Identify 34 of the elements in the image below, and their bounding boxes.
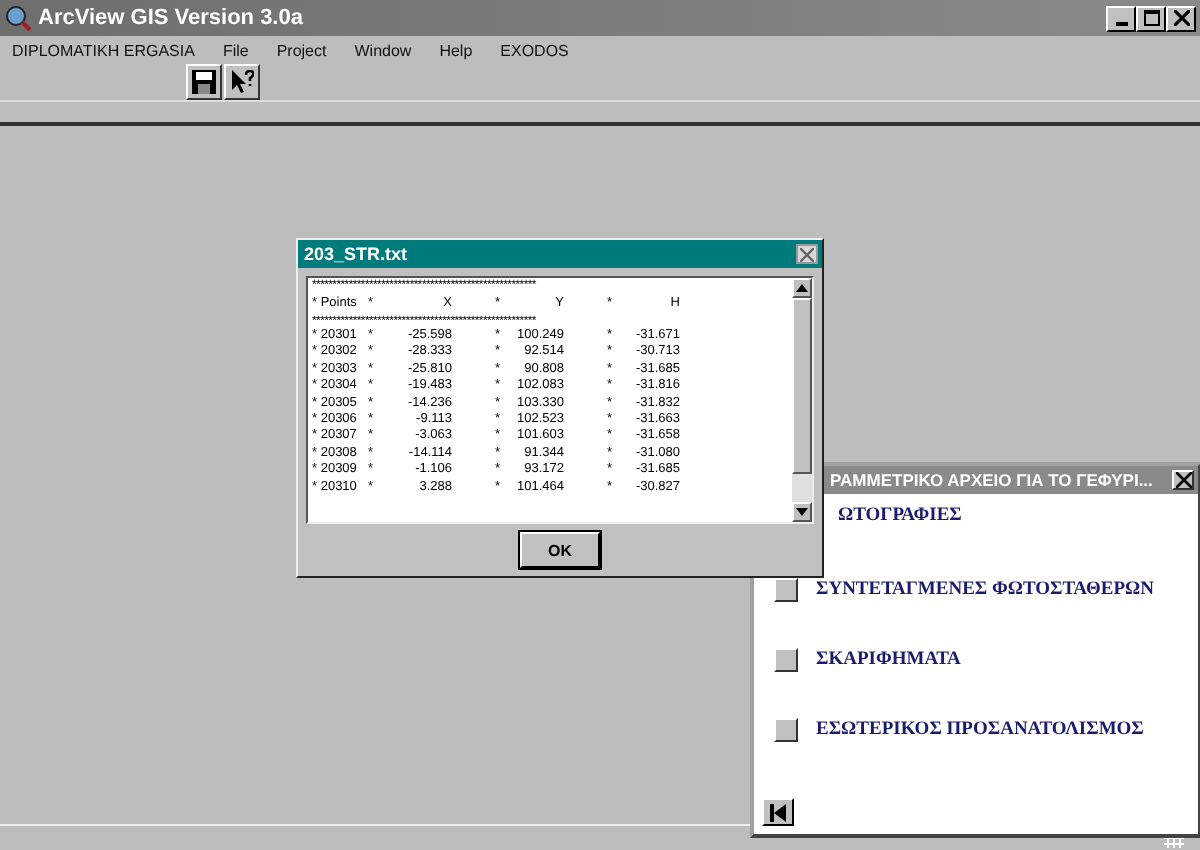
close-icon — [1173, 10, 1189, 26]
close-button[interactable] — [1172, 470, 1194, 490]
checkbox[interactable] — [774, 577, 798, 601]
ok-button[interactable]: OK — [520, 532, 600, 568]
menu-item[interactable]: File — [222, 41, 249, 59]
save-button[interactable] — [186, 64, 222, 100]
dialog-title: 203_STR.txt — [304, 244, 408, 264]
save-icon — [192, 70, 216, 94]
window-title: ΡΑΜΜΕΤΡΙΚΟ ΑΡΧΕΙΟ ΓΙΑ ΤΟ ΓΕΦΥΡΙ... — [830, 470, 1153, 490]
menu-item[interactable]: DIPLOMATIKH ERGASIA — [12, 41, 195, 59]
down-arrow-icon — [796, 508, 808, 516]
option-label: ΣΚΑΡΙΦΗΜΑΤΑ — [816, 649, 961, 669]
option-label: ΕΣΩΤΕΡΙΚΟΣ ΠΡΟΣΑΝΑΤΟΛΙΣΜΟΣ — [816, 719, 1144, 739]
pointer-help-icon — [230, 70, 254, 94]
close-icon — [800, 247, 814, 261]
checkbox[interactable] — [774, 647, 798, 671]
menu-item[interactable]: Help — [439, 41, 473, 59]
window-title: ArcView GIS Version 3.0a — [38, 6, 305, 30]
option-label: ΩΤΟΓΡΑΦΙΕΣ — [838, 506, 962, 526]
skip-back-icon — [770, 803, 786, 821]
help-button[interactable] — [224, 64, 260, 100]
option-label: ΣΥΝΤΕΤΑΓΜΕΝΕΣ ΦΩΤΟΣΤΑΘΕΡΩΝ — [816, 579, 1154, 599]
text-area[interactable] — [306, 276, 814, 524]
menu-item[interactable]: Project — [276, 41, 327, 59]
up-arrow-icon — [796, 284, 808, 292]
menu-item[interactable]: Window — [354, 41, 412, 59]
menu-item[interactable]: EXODOS — [500, 41, 569, 59]
scroll-bar[interactable] — [792, 278, 812, 522]
close-icon — [1175, 472, 1191, 488]
maximize-icon — [1143, 10, 1159, 26]
minimize-button[interactable] — [1106, 5, 1136, 31]
first-page-button[interactable] — [762, 798, 794, 826]
maximize-button[interactable] — [1136, 5, 1166, 31]
checkbox[interactable] — [774, 717, 798, 741]
